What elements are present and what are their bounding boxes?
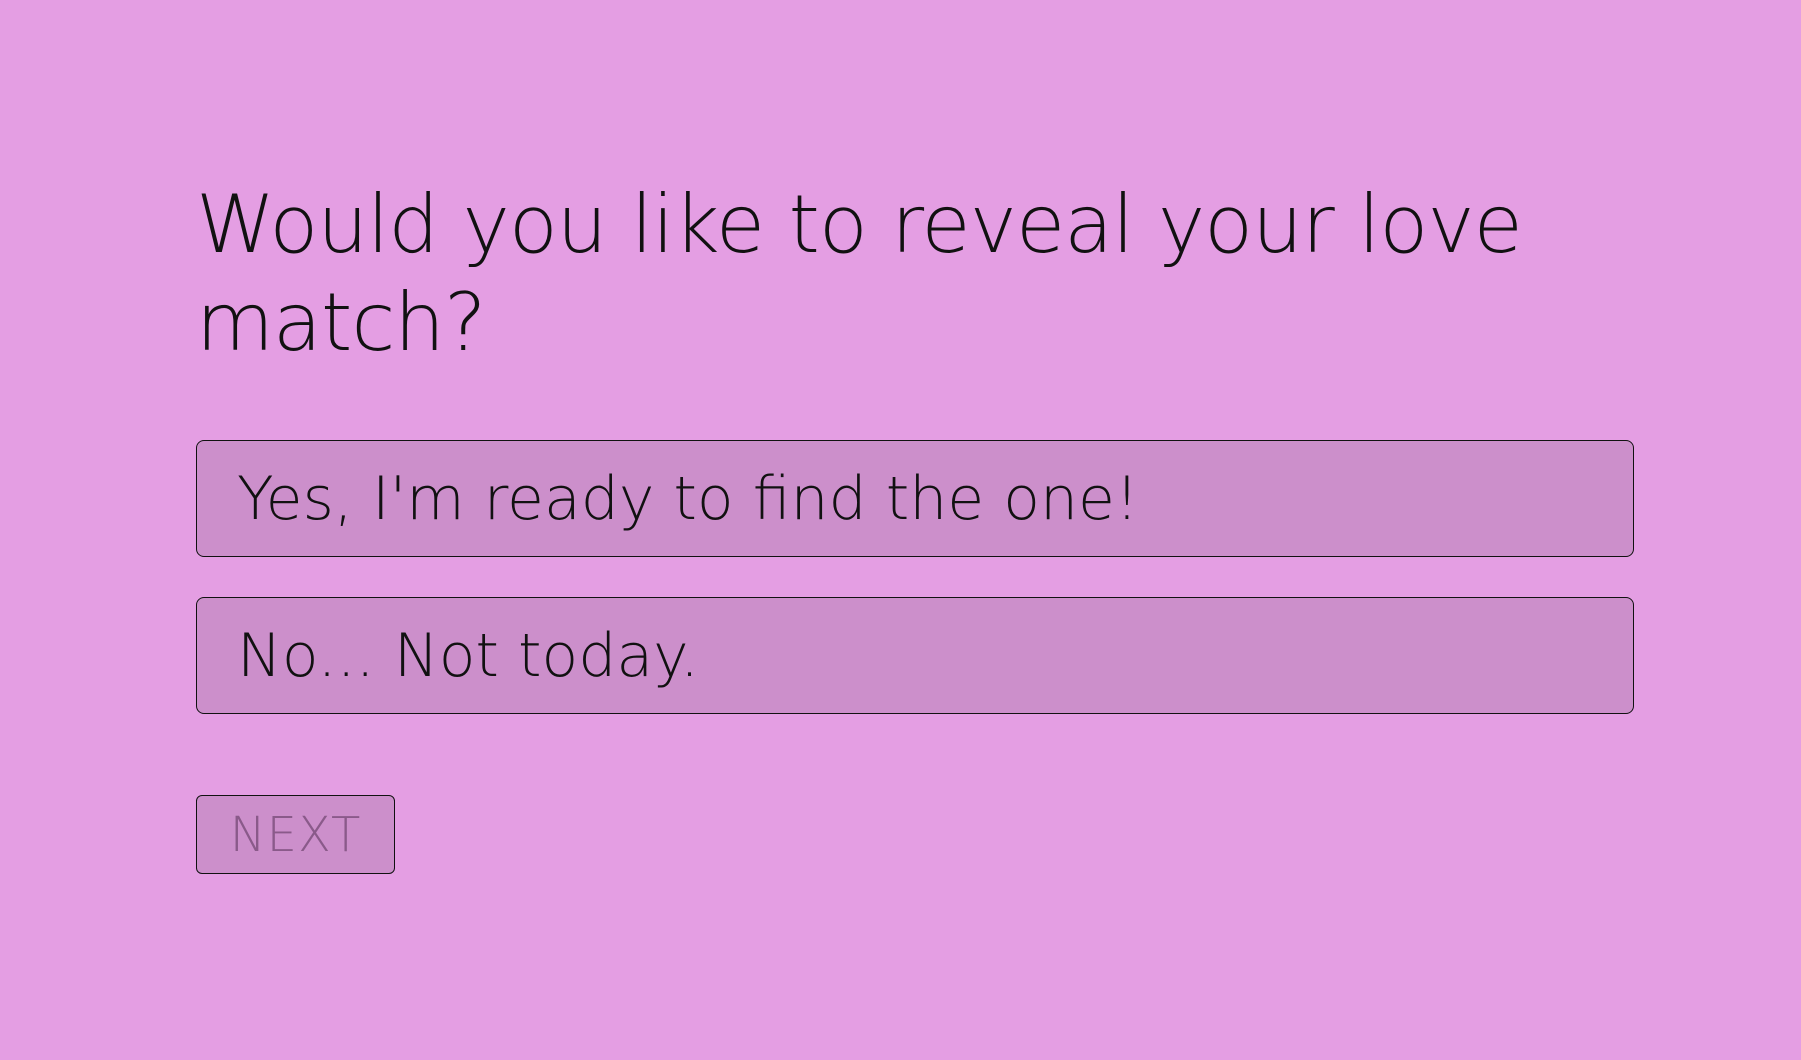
- answer-option-yes[interactable]: Yes, I'm ready to find the one!: [196, 440, 1634, 557]
- answer-option-no[interactable]: No... Not today.: [196, 597, 1634, 714]
- quiz-page: Would you like to reveal your love match…: [0, 0, 1801, 1060]
- answer-options: Yes, I'm ready to find the one! No... No…: [196, 440, 1634, 714]
- question-text: Would you like to reveal your love match…: [196, 178, 1523, 369]
- quiz-card: Would you like to reveal your love match…: [196, 176, 1634, 874]
- next-button[interactable]: NEXT: [196, 795, 395, 874]
